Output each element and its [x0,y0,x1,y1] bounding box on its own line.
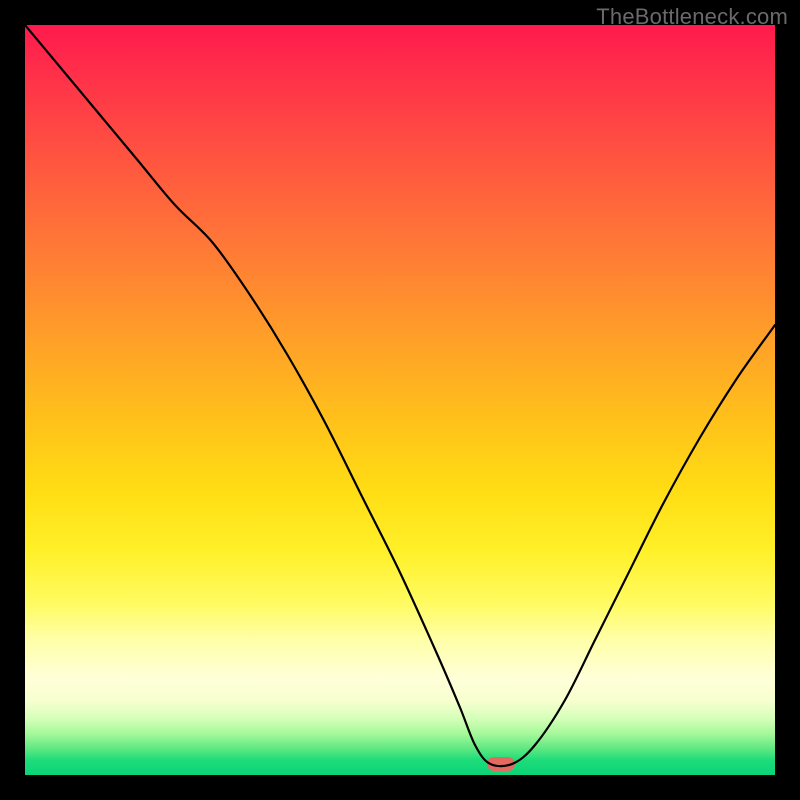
chart-frame: TheBottleneck.com [0,0,800,800]
bottleneck-curve [25,25,775,766]
curve-layer [25,25,775,775]
plot-area [25,25,775,775]
watermark-text: TheBottleneck.com [596,4,788,30]
